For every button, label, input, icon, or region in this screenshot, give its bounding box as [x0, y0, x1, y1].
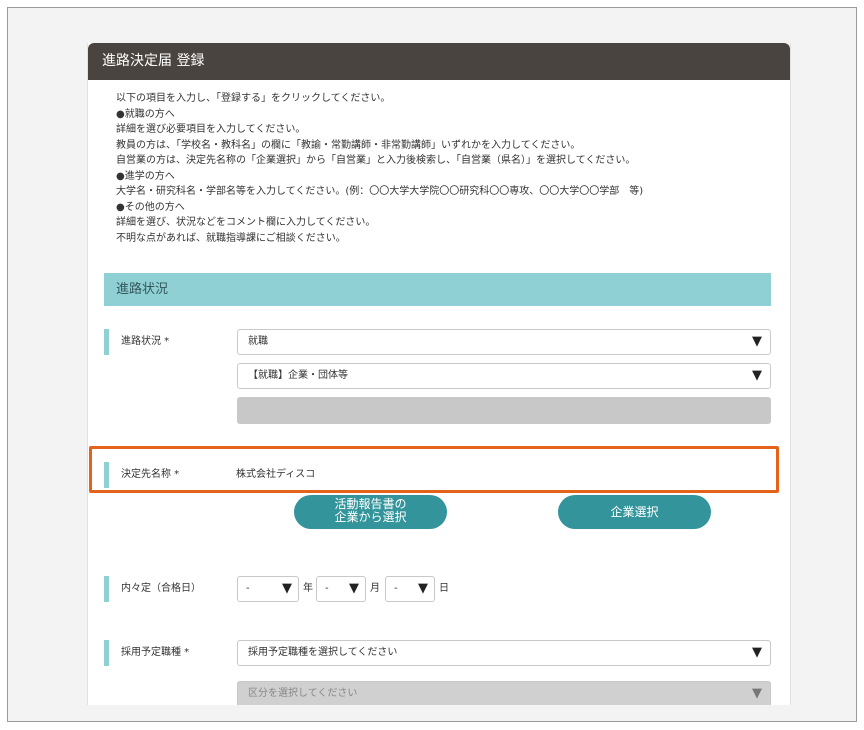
offer-year-value: -: [246, 583, 250, 594]
instruction-line: 詳細を選び、状況などをコメント欄に入力してください。: [116, 217, 376, 228]
instruction-line: 以下の項目を入力し、「登録する」をクリックしてください。: [116, 93, 391, 104]
chevron-down-icon: ▼: [349, 581, 359, 596]
offer-month-value: -: [325, 583, 329, 594]
chevron-down-icon: ▼: [752, 334, 762, 349]
status-select-value: 就職: [248, 336, 268, 347]
status-detail-select-value: 【就職】企業・団体等: [248, 370, 348, 381]
job-type-label: 採用予定職種 *: [104, 640, 189, 666]
section-header-career-status: 進路状況: [104, 273, 771, 306]
chevron-down-icon: ▼: [752, 645, 762, 660]
select-from-report-button[interactable]: 活動報告書の 企業から選択: [294, 495, 447, 529]
company-select-button[interactable]: 企業選択: [558, 495, 711, 529]
instruction-line: 教員の方は、「学校名・教科名」の欄に「教諭・常勤講師・非常勤講師」いずれかを入力…: [116, 139, 581, 151]
instruction-line: ●進学の方へ: [116, 170, 175, 182]
instruction-line: 自営業の方は、決定先名称の「企業選択」から「自営業」と入力後検索し、「自営業（県…: [116, 155, 636, 166]
instruction-line: ●その他の方へ: [116, 201, 185, 213]
day-unit: 日: [439, 583, 449, 594]
status-label: 進路状況 *: [104, 329, 169, 355]
offer-month-select[interactable]: - ▼: [316, 576, 366, 602]
highlight-box: [89, 446, 779, 493]
year-unit: 年: [303, 583, 313, 594]
instruction-line: 詳細を選び必要項目を入力してください。: [116, 124, 306, 135]
instructions: 以下の項目を入力し、「登録する」をクリックしてください。 ●就職の方へ 詳細を選…: [116, 91, 776, 246]
month-unit: 月: [370, 583, 380, 594]
select-from-report-label-line2: 企業から選択: [334, 510, 407, 524]
offer-day-select[interactable]: - ▼: [385, 576, 435, 602]
instruction-line: ●就職の方へ: [116, 108, 175, 120]
instruction-line: 大学名・研究科名・学部名等を入力してください。(例：〇〇大学大学院〇〇研究科〇〇…: [116, 186, 644, 197]
chevron-down-icon: ▼: [752, 368, 762, 383]
job-type-placeholder: 採用予定職種を選択してください: [248, 647, 398, 658]
offer-year-select[interactable]: - ▼: [237, 576, 299, 602]
instruction-line: 不明な点があれば、就職指導課にご相談ください。: [116, 232, 346, 244]
category-placeholder: 区分を選択してください: [248, 688, 358, 699]
registration-panel: 進路決定届 登録 以下の項目を入力し、「登録する」をクリックしてください。 ●就…: [87, 43, 791, 705]
offer-date-label: 内々定（合格日）: [104, 576, 201, 602]
chevron-down-icon: ▼: [418, 581, 428, 596]
job-type-select[interactable]: 採用予定職種を選択してください ▼: [237, 640, 771, 666]
page-title: 進路決定届 登録: [88, 43, 790, 80]
chevron-down-icon: ▼: [282, 581, 292, 596]
offer-day-value: -: [394, 583, 398, 594]
chevron-down-icon: ▼: [752, 686, 762, 701]
disabled-field: [237, 397, 771, 424]
status-select[interactable]: 就職 ▼: [237, 329, 771, 355]
category-select: 区分を選択してください ▼: [237, 681, 771, 705]
status-detail-select[interactable]: 【就職】企業・団体等 ▼: [237, 363, 771, 389]
